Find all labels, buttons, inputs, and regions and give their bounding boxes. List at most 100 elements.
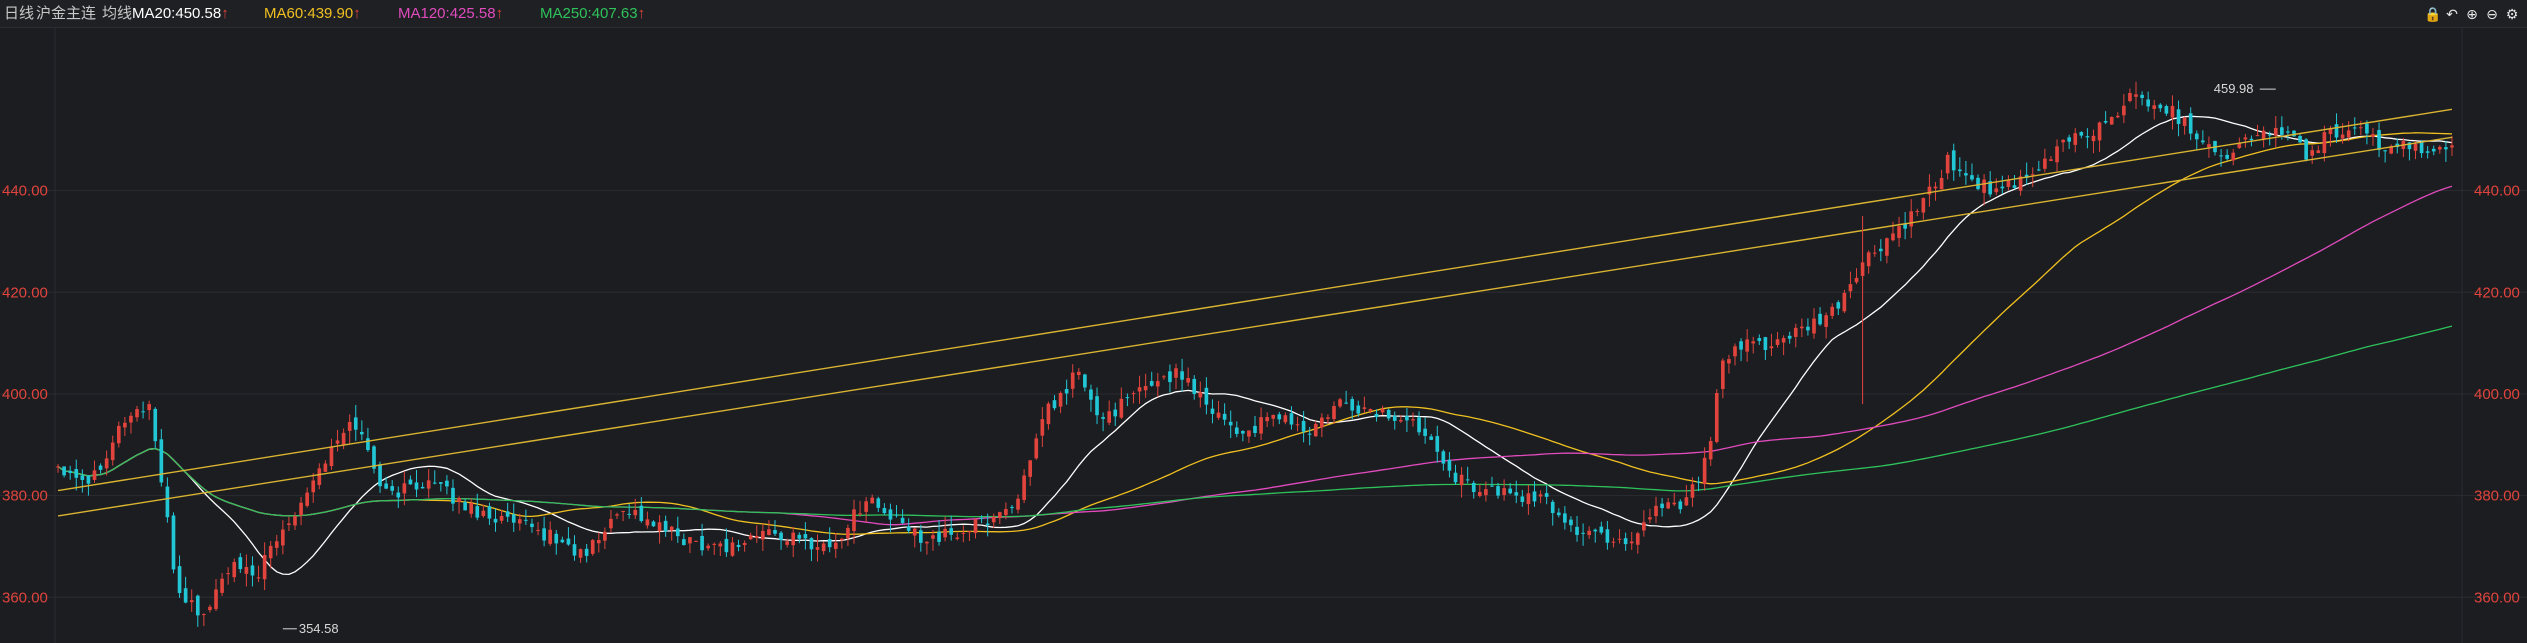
candle-body	[2134, 94, 2138, 97]
candle-body	[2334, 124, 2339, 138]
candle-body	[2091, 135, 2096, 142]
candle-body	[1131, 393, 1136, 395]
candle-body	[402, 483, 407, 494]
candle-body	[1532, 491, 1537, 502]
candle-body	[1332, 406, 1336, 420]
candle-body	[165, 486, 170, 518]
candle-body	[475, 506, 480, 518]
candle-body	[675, 528, 680, 537]
candle-body	[1593, 529, 1598, 532]
candle-body	[1939, 177, 1944, 190]
candle-body	[590, 540, 595, 554]
candle-body	[92, 470, 97, 480]
candle-body	[882, 508, 887, 514]
candle-body	[98, 465, 103, 470]
candle-body	[1909, 211, 1914, 227]
candle-body	[682, 539, 686, 546]
candle-body	[378, 464, 382, 487]
candle-body	[2225, 154, 2229, 159]
candle-body	[2425, 151, 2430, 153]
y-axis-tick-right: 420.00	[2474, 284, 2520, 301]
candle-body	[1137, 387, 1142, 392]
candle-body	[2182, 117, 2187, 126]
candle-body	[1386, 409, 1391, 419]
candle-body	[414, 482, 419, 490]
candle-body	[554, 533, 559, 544]
candle-body	[1380, 408, 1385, 413]
candlestick-chart[interactable]: 360.00 360.00 380.00 380.00 400.00 400.00 420.…	[0, 28, 2527, 643]
candle-body	[329, 446, 334, 467]
candle-body	[396, 492, 401, 498]
ma60-line	[57, 132, 2453, 536]
candle-body	[2073, 133, 2078, 145]
candle-body	[791, 532, 796, 546]
candle-body	[1435, 436, 1440, 452]
candle-body	[2207, 144, 2211, 148]
candle-body	[524, 519, 528, 521]
candle-body	[1234, 427, 1239, 434]
candle-body	[961, 532, 966, 534]
candle-body	[1733, 346, 1737, 357]
candle-body	[426, 480, 431, 489]
candle-body	[542, 528, 546, 541]
candle-body	[900, 517, 905, 524]
candle-body	[2109, 117, 2114, 125]
candle-body	[2043, 158, 2047, 169]
candle-body	[2030, 174, 2035, 176]
symbol-label[interactable]: 沪金主连	[36, 6, 96, 22]
ma-indicator-label[interactable]: 均线	[102, 6, 132, 22]
candle-body	[281, 529, 285, 546]
candle-body	[773, 529, 777, 534]
candle-body	[803, 534, 808, 539]
candle-body	[894, 514, 899, 516]
candle-body	[1836, 302, 1841, 309]
candle-body	[797, 534, 802, 539]
candle-body	[2310, 150, 2315, 156]
candle-body	[1344, 402, 1348, 404]
candle-body	[123, 422, 127, 428]
ma20-line	[57, 115, 2453, 576]
candle-body	[74, 469, 79, 478]
candle-body	[129, 415, 133, 423]
candle-body	[609, 518, 613, 529]
y-axis-tick-left: 380.00	[2, 488, 48, 505]
candle-body	[214, 589, 218, 610]
candle-body	[1101, 417, 1105, 419]
zoom-in-icon[interactable]: ⊕	[2464, 6, 2480, 22]
candle-body	[1143, 385, 1148, 391]
ma120-value: MA120:425.58↑	[398, 5, 504, 22]
candle-body	[366, 438, 370, 451]
candle-body	[651, 521, 656, 527]
chart-toolbar: 日线 沪金主连 均线 MA20:450.58↑ MA60:439.90↑ MA1…	[0, 0, 2527, 28]
candle-body	[1684, 497, 1689, 506]
candle-body	[1806, 326, 1810, 331]
undo-icon[interactable]: ↶	[2444, 6, 2460, 22]
candle-body	[1739, 341, 1743, 350]
candle-body	[718, 543, 723, 547]
candle-body	[596, 540, 601, 544]
candle-body	[481, 510, 486, 517]
candle-body	[1307, 433, 1312, 435]
ma120-line	[57, 185, 2453, 526]
candle-body	[2061, 139, 2065, 143]
candle-body	[68, 470, 73, 473]
candle-body	[736, 544, 741, 547]
candle-body	[821, 543, 826, 552]
zoom-out-icon[interactable]: ⊖	[2484, 6, 2500, 22]
candle-body	[1690, 484, 1695, 498]
candle-body	[2365, 123, 2369, 134]
candle-body	[1508, 488, 1513, 494]
candle-body	[1721, 360, 1725, 389]
candle-body	[1399, 419, 1403, 422]
candle-body	[1490, 485, 1494, 487]
candle-body	[1575, 526, 1579, 535]
ma60-value: MA60:439.90↑	[264, 5, 361, 22]
candle-body	[262, 555, 267, 580]
candle-body	[135, 409, 139, 418]
settings-icon[interactable]: ⚙	[2504, 6, 2520, 22]
lock-icon[interactable]: 🔒	[2424, 6, 2441, 22]
candle-body	[116, 425, 121, 444]
candle-body	[1921, 198, 1926, 213]
candle-body	[1787, 335, 1792, 339]
period-label[interactable]: 日线	[4, 6, 34, 22]
